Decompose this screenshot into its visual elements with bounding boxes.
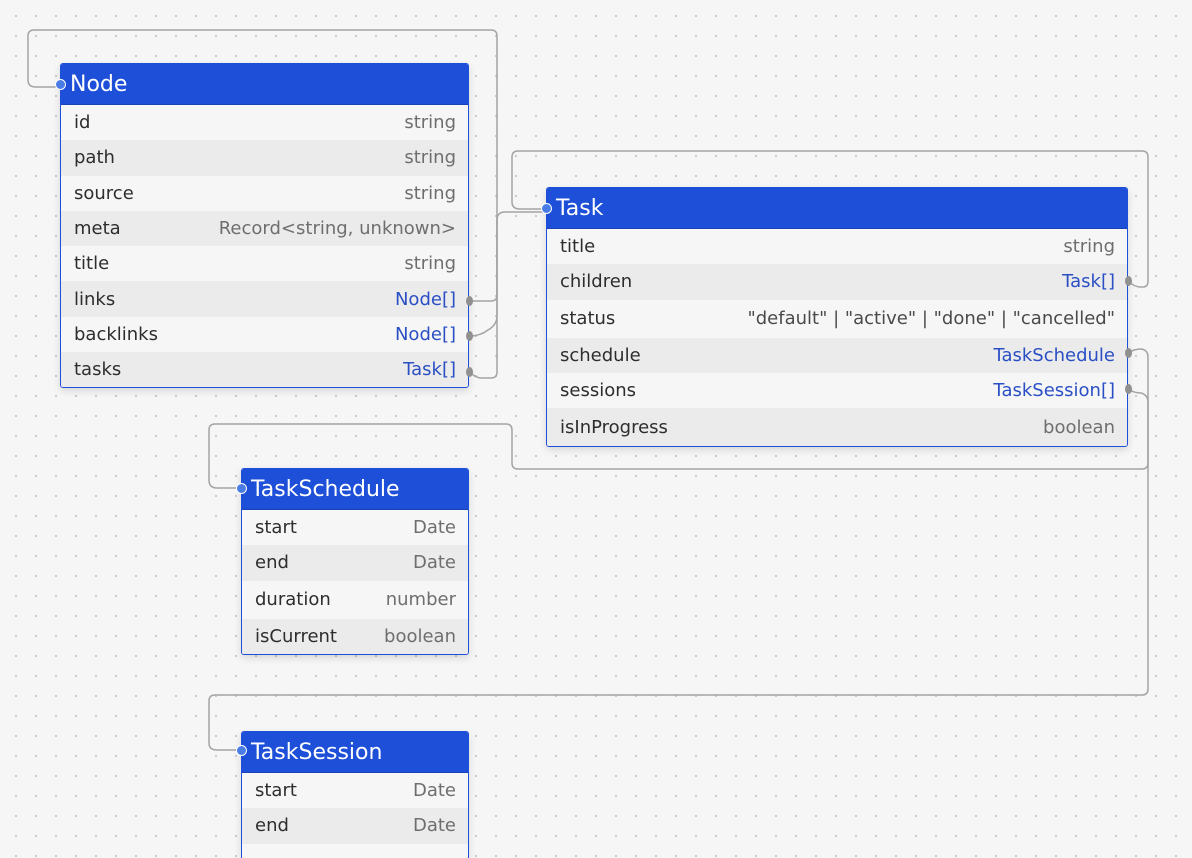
- field-type-link[interactable]: Task[]: [403, 359, 456, 380]
- field-type: string: [404, 147, 456, 169]
- field-name: title: [560, 236, 596, 258]
- entity-task-session[interactable]: TaskSession start Date end Date: [241, 731, 469, 858]
- field-name: schedule: [560, 344, 641, 366]
- entity-node[interactable]: Node id string path string source string me…: [60, 63, 469, 389]
- entity-title: TaskSession: [242, 732, 468, 773]
- field-row: isCurrent boolean: [242, 618, 468, 654]
- field-type-link[interactable]: TaskSession[]: [993, 380, 1115, 401]
- field-name: source: [74, 182, 134, 204]
- field-name: end: [255, 815, 289, 837]
- entity-task-schedule[interactable]: TaskSchedule start Date end Date duration n…: [241, 468, 469, 655]
- field-name: duration: [255, 589, 331, 611]
- backlinks-output-port[interactable]: [466, 331, 473, 341]
- field-name: id: [74, 112, 91, 134]
- field-name: links: [74, 288, 116, 310]
- children-output-port[interactable]: [1125, 276, 1132, 286]
- field-name: start: [255, 517, 297, 539]
- field-row: schedule TaskSchedule: [547, 337, 1127, 373]
- field-row: status "default" | "active" | "done" | "c…: [547, 300, 1127, 338]
- schedule-output-port[interactable]: [1125, 348, 1132, 358]
- field-row: tasks Task[]: [61, 352, 468, 388]
- field-type: number: [385, 589, 456, 611]
- field-type: string: [404, 253, 456, 275]
- field-type: string: [404, 112, 456, 134]
- field-type: Date: [412, 517, 456, 539]
- field-row: path string: [61, 140, 468, 176]
- edge-node-backlinks: [469, 211, 547, 337]
- field-type-link[interactable]: Node[]: [395, 289, 456, 310]
- field-row: sessions TaskSession[]: [547, 373, 1127, 408]
- field-name: path: [74, 147, 115, 169]
- field-type-link[interactable]: TaskSchedule: [993, 345, 1115, 366]
- task-input-port[interactable]: [541, 203, 552, 214]
- task-session-input-port[interactable]: [236, 745, 247, 756]
- edge-node-tasks: [469, 218, 498, 379]
- field-name: tasks: [74, 359, 122, 381]
- field-name: backlinks: [74, 323, 158, 345]
- field-name: isInProgress: [560, 416, 668, 438]
- field-row: title string: [547, 229, 1127, 264]
- field-row: start Date: [242, 510, 468, 545]
- field-type: string: [1063, 236, 1115, 258]
- field-type: Date: [412, 780, 456, 802]
- field-type: Date: [412, 815, 456, 837]
- field-name: end: [255, 552, 289, 574]
- field-row: end Date: [242, 808, 468, 844]
- field-row: children Task[]: [547, 264, 1127, 300]
- field-type: string: [404, 182, 456, 204]
- field-row: duration number: [242, 581, 468, 619]
- field-row: isInProgress boolean: [547, 408, 1127, 447]
- field-name: sessions: [560, 380, 637, 402]
- entity-title: Task: [547, 188, 1127, 229]
- links-output-port[interactable]: [466, 296, 473, 306]
- field-type: Record<string, unknown>: [218, 218, 456, 240]
- field-name: meta: [74, 218, 121, 240]
- entity-title: Node: [61, 64, 468, 105]
- field-row: title string: [61, 246, 468, 281]
- field-name: start: [255, 780, 297, 802]
- field-row: links Node[]: [61, 281, 468, 317]
- field-type: boolean: [384, 625, 456, 647]
- field-type: Date: [412, 552, 456, 574]
- sessions-output-port[interactable]: [1125, 384, 1132, 394]
- field-type-link[interactable]: Node[]: [395, 324, 456, 345]
- field-name: children: [560, 271, 633, 293]
- field-name: isCurrent: [255, 625, 337, 647]
- field-name: title: [74, 253, 110, 275]
- field-type: "default" | "active" | "done" | "cancell…: [747, 308, 1115, 330]
- field-name: status: [560, 308, 616, 330]
- task-schedule-input-port[interactable]: [236, 483, 247, 494]
- field-row: meta Record<string, unknown>: [61, 210, 468, 247]
- tasks-output-port[interactable]: [466, 367, 473, 377]
- field-type: boolean: [1043, 416, 1115, 438]
- field-row: id string: [61, 105, 468, 140]
- field-row: backlinks Node[]: [61, 317, 468, 352]
- field-row: source string: [61, 176, 468, 211]
- entity-title: TaskSchedule: [242, 469, 468, 510]
- entity-task[interactable]: Task title string children Task[] status "d…: [546, 187, 1128, 448]
- field-type-link[interactable]: Task[]: [1062, 271, 1115, 292]
- field-row: start Date: [242, 773, 468, 808]
- node-input-port[interactable]: [55, 79, 66, 90]
- field-row: end Date: [242, 545, 468, 581]
